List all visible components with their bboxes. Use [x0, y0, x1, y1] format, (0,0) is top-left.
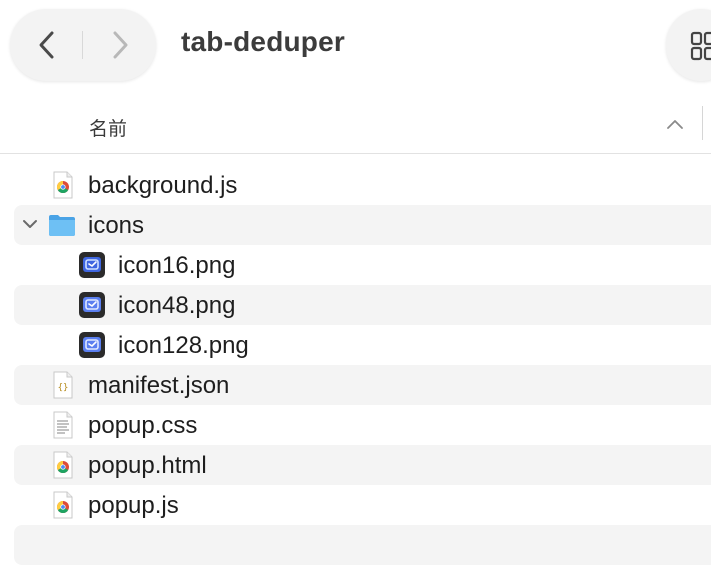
- file-name: manifest.json: [88, 372, 230, 399]
- chrome-doc-icon: [53, 451, 73, 479]
- column-divider: [702, 106, 703, 140]
- text-doc-icon: [53, 411, 73, 439]
- folder-icon: [49, 215, 75, 236]
- file-name: icon16.png: [118, 252, 236, 279]
- list-item[interactable]: popup.html: [14, 445, 711, 485]
- toolbar: tab-deduper: [0, 0, 711, 92]
- navigation-controls: [10, 9, 156, 81]
- list-item[interactable]: icon48.png: [14, 285, 711, 325]
- chrome-doc-icon: [53, 491, 73, 519]
- list-item[interactable]: popup.js: [14, 485, 711, 525]
- json-doc-icon: {}: [53, 371, 73, 399]
- list-item[interactable]: {} manifest.json: [14, 365, 711, 405]
- file-name: icon48.png: [118, 292, 236, 319]
- chrome-doc-icon: [53, 171, 73, 199]
- list-item[interactable]: icons: [14, 205, 711, 245]
- file-name: background.js: [88, 172, 238, 199]
- name-column-header[interactable]: 名前: [89, 114, 127, 141]
- list-item[interactable]: icon128.png: [14, 325, 711, 365]
- file-name: icon128.png: [118, 332, 249, 359]
- image-icon: [79, 252, 105, 278]
- empty-row: [14, 525, 711, 565]
- grid-view-icon: [690, 31, 711, 61]
- forward-button[interactable]: [83, 9, 156, 81]
- image-icon: [79, 292, 105, 318]
- list-item[interactable]: background.js: [14, 165, 711, 205]
- list-item[interactable]: popup.css: [14, 405, 711, 445]
- file-name: popup.css: [88, 412, 198, 439]
- window-title: tab-deduper: [181, 26, 345, 57]
- chevron-left-icon: [39, 31, 53, 59]
- file-name: popup.js: [88, 492, 179, 519]
- column-header: 名前: [0, 92, 711, 154]
- file-name: popup.html: [88, 452, 207, 479]
- view-mode-button[interactable]: [666, 9, 711, 81]
- list-item[interactable]: icon16.png: [14, 245, 711, 285]
- image-icon: [79, 332, 105, 358]
- chevron-up-icon[interactable]: [666, 118, 684, 130]
- chevron-down-icon[interactable]: [22, 218, 38, 230]
- file-name: icons: [88, 212, 145, 239]
- finder-window: tab-deduper 名前 background.js icons icon1…: [0, 0, 711, 566]
- back-button[interactable]: [10, 9, 83, 81]
- chevron-right-icon: [113, 31, 127, 59]
- svg-text:{}: {}: [58, 383, 69, 393]
